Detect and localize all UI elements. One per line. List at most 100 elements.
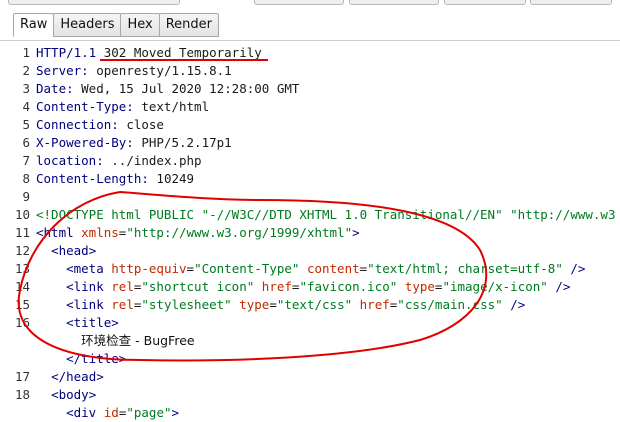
attribute-name: type <box>404 279 435 294</box>
line-number: 13 <box>14 261 30 276</box>
line-number: 9 <box>22 189 30 204</box>
tag: <head> <box>51 243 97 258</box>
line-code: <body> <box>36 386 96 404</box>
line-code: </head> <box>36 368 104 386</box>
code-line: 11 <html xmlns="http://www.w3.org/1999/xh… <box>0 224 620 242</box>
tab-hex[interactable]: Hex <box>120 13 160 37</box>
line-code: HTTP/1.1 302 Moved Temporarily <box>36 44 262 62</box>
line-number: 18 <box>14 387 30 402</box>
line-code: <meta http-equiv="Content-Type" content=… <box>36 260 585 278</box>
line-number: 1 <box>22 45 30 60</box>
toolbar-button-stub <box>254 0 344 5</box>
line-code: <title> <box>36 314 119 332</box>
tag: <body> <box>51 387 97 402</box>
tag: <title> <box>66 315 119 330</box>
code-line: 3 Date: Wed, 15 Jul 2020 12:28:00 GMT <box>0 80 620 98</box>
line-number: 14 <box>14 279 30 294</box>
attribute-value: "Content-Type" <box>194 261 300 276</box>
tag: /> <box>570 261 586 276</box>
header-name: HTTP/1.1 <box>36 45 104 60</box>
line-number: 11 <box>14 225 30 240</box>
code-line: 9 <box>0 188 620 206</box>
tab-render[interactable]: Render <box>158 13 219 37</box>
attribute-name: type <box>239 297 270 312</box>
header-name: location: <box>36 153 112 168</box>
code-line: 8 Content-Length: 10249 <box>0 170 620 188</box>
toolbar-button-stub <box>530 0 612 5</box>
tag: <link <box>66 279 112 294</box>
code-line: 17 </head> <box>0 368 620 386</box>
line-number: 17 <box>14 369 30 384</box>
line-number: 4 <box>22 99 30 114</box>
attribute-value: "text/html; charset=utf-8" <box>367 261 563 276</box>
line-code: <link rel="shortcut icon" href="favicon.… <box>36 278 570 296</box>
tag: <meta <box>66 261 112 276</box>
tag: <div <box>66 405 104 420</box>
code-line: 14 <link rel="shortcut icon" href="favic… <box>0 278 620 296</box>
line-number: 5 <box>22 117 30 132</box>
line-code: Server: openresty/1.15.8.1 <box>36 62 232 80</box>
attribute-name: href <box>359 297 390 312</box>
attribute-name: id <box>103 405 119 420</box>
attribute-name: href <box>261 279 292 294</box>
attribute-name: http-equiv <box>111 261 187 276</box>
response-editor[interactable]: 1 HTTP/1.1 302 Moved Temporarily 2 Server: … <box>0 40 620 420</box>
toolbar-button-stub <box>444 0 526 5</box>
toolbar-button-stub <box>8 0 180 5</box>
code-text: PHP/5.2.17p1 <box>141 135 232 150</box>
line-number: 3 <box>22 81 30 96</box>
code-line: 10 <!DOCTYPE html PUBLIC "-//W3C//DTD XHT… <box>0 206 620 224</box>
attribute-name: content <box>306 261 360 276</box>
line-code: Date: Wed, 15 Jul 2020 12:28:00 GMT <box>36 80 299 98</box>
attribute-value: "text/css" <box>276 297 353 312</box>
attribute-name: rel <box>111 279 134 294</box>
code-text: 10249 <box>156 171 195 186</box>
tag: > <box>352 225 360 240</box>
attribute-value: "css/main.css" <box>397 297 503 312</box>
attribute-value: "page" <box>126 405 172 420</box>
tag: <link <box>66 297 112 312</box>
attribute-value: "stylesheet" <box>141 297 232 312</box>
code-line: 12 <head> <box>0 242 620 260</box>
code-line: 18 <body> <box>0 386 620 404</box>
line-code: location: ../index.php <box>36 152 202 170</box>
header-name: Server: <box>36 63 97 78</box>
code-line: 2 Server: openresty/1.15.8.1 <box>0 62 620 80</box>
attribute-value: "http://www.w3.org/1999/xhtml" <box>126 225 353 240</box>
tag: </title> <box>66 351 127 366</box>
code-line: <div id="page"> <box>0 404 620 422</box>
attribute-name: xmlns <box>81 225 119 240</box>
code-text: ../index.php <box>111 153 202 168</box>
tab-headers[interactable]: Headers <box>53 13 122 37</box>
code-line: 7 location: ../index.php <box>0 152 620 170</box>
line-number: 10 <box>14 207 30 222</box>
line-code: <head> <box>36 242 96 260</box>
tag: </head> <box>51 369 104 384</box>
code-line: 6 X-Powered-By: PHP/5.2.17p1 <box>0 134 620 152</box>
header-name: Content-Length: <box>36 171 157 186</box>
line-code: <!DOCTYPE html PUBLIC "-//W3C//DTD XHTML… <box>36 206 615 224</box>
tag: > <box>171 405 180 420</box>
doctype: <!DOCTYPE html PUBLIC "-//W3C//DTD XHTML… <box>36 207 616 222</box>
line-code: <html xmlns="http://www.w3.org/1999/xhtm… <box>36 224 360 242</box>
view-tabs: Raw Headers Hex Render <box>13 13 219 37</box>
tab-raw[interactable]: Raw <box>13 13 55 37</box>
tag: <html <box>36 225 82 240</box>
line-code: 环境检查 - BugFree <box>36 332 194 350</box>
line-code: Connection: close <box>36 116 164 134</box>
line-number: 12 <box>14 243 30 258</box>
line-code: </title> <box>36 350 126 368</box>
toolbar-button-stub <box>349 0 439 5</box>
attribute-value: "favicon.ico" <box>299 279 398 294</box>
header-name: Content-Type: <box>36 99 142 114</box>
